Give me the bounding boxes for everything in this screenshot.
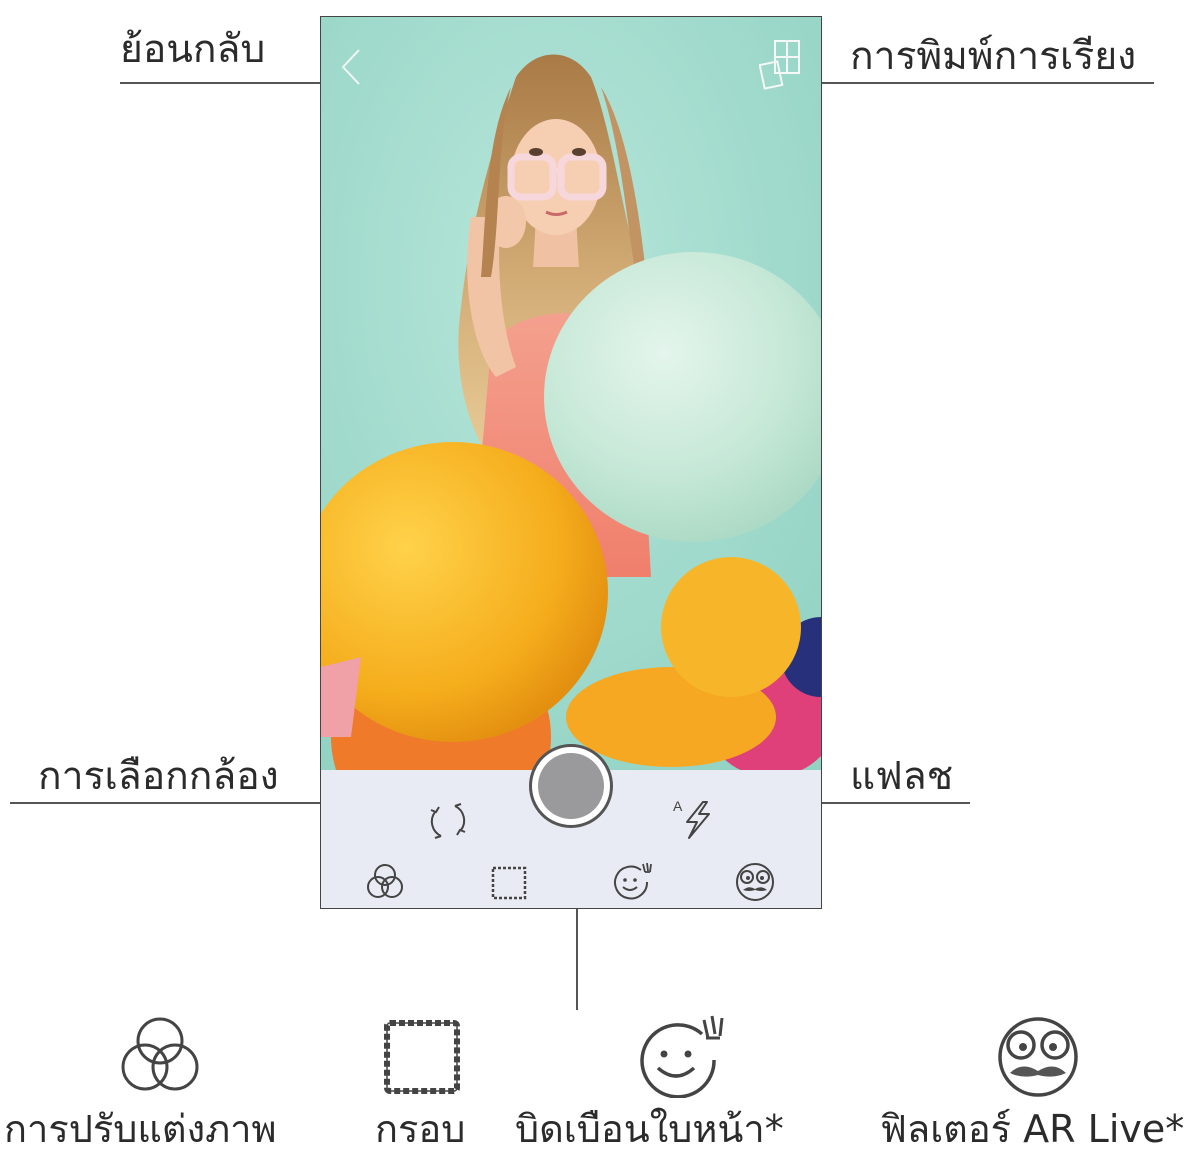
frame-tool-icon[interactable] xyxy=(489,864,529,902)
back-chevron-icon[interactable] xyxy=(339,47,363,87)
flash-callout-label: แฟลช xyxy=(850,754,954,799)
face-warp-tool-icon[interactable] xyxy=(609,860,657,904)
ar-live-feature-label: ฟิลเตอร์ AR Live* xyxy=(880,1107,1185,1151)
camera-toolbar: A xyxy=(321,744,821,908)
tile-print-callout-label: การพิมพ์การเรียง xyxy=(850,34,1137,79)
features-callout-line xyxy=(576,894,578,1010)
frame-feature-icon xyxy=(384,1020,460,1094)
edit-feature-label: การปรับแต่งภาพ xyxy=(4,1107,277,1151)
tile-print-callout-line xyxy=(803,82,1154,84)
face-warp-feature-icon xyxy=(640,1015,724,1098)
camera-preview-photo xyxy=(321,17,821,770)
edit-tool-icon[interactable] xyxy=(363,862,407,902)
camera-screen: A xyxy=(320,16,822,909)
back-callout-line xyxy=(120,82,346,84)
camera-switch-icon[interactable] xyxy=(425,798,471,844)
shutter-button[interactable] xyxy=(529,744,613,828)
auto-flash-icon[interactable]: A xyxy=(671,796,717,842)
back-callout-label: ย้อนกลับ xyxy=(120,27,266,72)
tile-print-icon[interactable] xyxy=(759,39,803,93)
camera-select-callout-label: การเลือกกล้อง xyxy=(38,754,279,799)
frame-feature-label: กรอบ xyxy=(375,1107,466,1151)
ar-live-feature-icon xyxy=(998,1017,1078,1097)
face-warp-feature-label: บิดเบือนใบหน้า* xyxy=(515,1107,784,1151)
ar-live-tool-icon[interactable] xyxy=(731,862,779,904)
edit-feature-icon xyxy=(121,1017,199,1091)
